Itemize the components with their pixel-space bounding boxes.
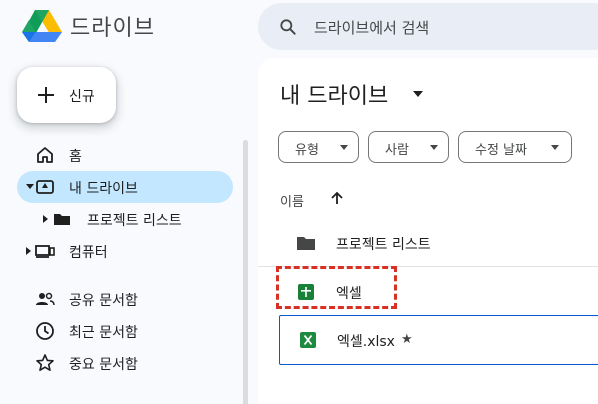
file-name: 엑셀 xyxy=(336,286,362,302)
filter-type-chip[interactable]: 유형 xyxy=(278,131,359,163)
sidebar-item-project-list[interactable]: 프로젝트 리스트 xyxy=(17,203,233,235)
caret-right-icon[interactable] xyxy=(43,215,49,223)
file-row-folder[interactable]: 프로젝트 리스트 xyxy=(258,219,598,267)
caret-down-icon[interactable] xyxy=(26,184,34,190)
drive-app: 드라이브 드라이브에서 검색 신규 홈 내 드라이브 프로젝트 리스트 컴퓨터 … xyxy=(0,0,598,404)
sidebar-item-starred[interactable]: 중요 문서함 xyxy=(17,347,233,379)
google-sheets-icon xyxy=(298,284,314,300)
sidebar-item-label: 홈 xyxy=(69,149,82,165)
sidebar-scrollbar[interactable] xyxy=(243,140,248,404)
file-name: 엑셀.xlsx xyxy=(337,334,395,350)
new-button[interactable]: 신규 xyxy=(17,67,116,123)
star-icon xyxy=(36,354,54,372)
computer-icon xyxy=(35,245,55,258)
sidebar-item-my-drive[interactable]: 내 드라이브 xyxy=(17,171,233,203)
chip-label: 유형 xyxy=(295,143,319,158)
sidebar-item-label: 내 드라이브 xyxy=(69,181,138,197)
filter-people-chip[interactable]: 사람 xyxy=(368,131,449,163)
caret-down-icon[interactable] xyxy=(413,91,423,97)
home-icon xyxy=(37,147,53,163)
shared-icon xyxy=(36,292,55,306)
sidebar-item-label: 공유 문서함 xyxy=(69,293,138,309)
sidebar-item-home[interactable]: 홈 xyxy=(17,139,233,171)
sidebar-item-label: 프로젝트 리스트 xyxy=(87,213,182,229)
chevron-down-icon xyxy=(340,145,348,150)
drive-icon xyxy=(36,180,54,194)
sidebar-item-recent[interactable]: 최근 문서함 xyxy=(17,315,233,347)
sidebar-item-label: 최근 문서함 xyxy=(69,325,138,341)
folder-icon xyxy=(54,214,70,225)
search-icon[interactable] xyxy=(278,17,298,37)
plus-icon xyxy=(38,87,54,103)
file-name: 프로젝트 리스트 xyxy=(336,237,431,253)
starred-icon: ★ xyxy=(401,332,413,347)
caret-right-icon[interactable] xyxy=(26,247,32,255)
sort-arrow-up-icon[interactable] xyxy=(330,190,344,206)
sidebar-item-label: 중요 문서함 xyxy=(69,357,138,373)
chevron-down-icon xyxy=(430,145,438,150)
new-button-label: 신규 xyxy=(69,89,95,105)
file-row-excel[interactable]: 엑셀.xlsx ★ xyxy=(279,315,598,365)
drive-logo[interactable] xyxy=(22,8,62,44)
chip-label: 수정 날짜 xyxy=(475,143,527,158)
drive-logo-icon xyxy=(22,10,62,42)
excel-icon xyxy=(300,332,316,348)
chevron-down-icon xyxy=(551,145,559,150)
column-header-name[interactable]: 이름 xyxy=(280,191,304,210)
clock-icon xyxy=(36,322,54,340)
sidebar-item-shared[interactable]: 공유 문서함 xyxy=(17,283,233,315)
file-row-sheets[interactable]: 엑셀 xyxy=(258,267,598,315)
folder-icon xyxy=(297,237,315,250)
sidebar-item-label: 컴퓨터 xyxy=(69,245,108,261)
search-input[interactable]: 드라이브에서 검색 xyxy=(314,17,429,38)
main-panel: 내 드라이브 유형 사람 수정 날짜 이름 프로젝트 리스트 엑셀 엑셀.xls… xyxy=(258,58,598,404)
page-title[interactable]: 내 드라이브 xyxy=(280,78,388,110)
chip-label: 사람 xyxy=(385,143,409,158)
filter-modified-chip[interactable]: 수정 날짜 xyxy=(458,131,572,163)
sidebar-item-computers[interactable]: 컴퓨터 xyxy=(17,235,233,267)
app-title: 드라이브 xyxy=(70,16,155,41)
search-bar[interactable]: 드라이브에서 검색 xyxy=(258,3,598,50)
